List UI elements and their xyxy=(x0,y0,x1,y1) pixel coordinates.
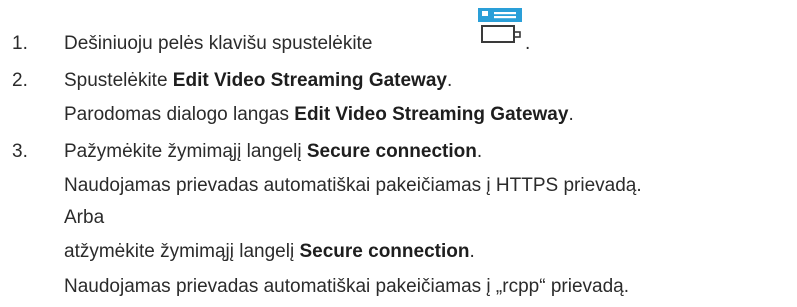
video-streaming-gateway-icon[interactable] xyxy=(476,6,524,46)
step-2-number: 2. xyxy=(12,70,28,91)
step-3-alt-checkbox-name: Secure connection xyxy=(299,241,470,262)
step-3-or: Arba xyxy=(64,207,105,228)
step-3-text: Pažymėkite žymimąjį langelį Secure conne… xyxy=(64,141,482,163)
step-3-checkbox-name: Secure connection xyxy=(306,141,477,162)
step-3-number: 3. xyxy=(12,141,28,162)
step-3-alt-result: Naudojamas prievadas automatiškai pakeič… xyxy=(64,276,629,297)
step-2-prefix: Spustelėkite xyxy=(64,70,173,91)
step-2-result-prefix: Parodomas dialogo langas xyxy=(64,104,295,125)
step-1-number: 1. xyxy=(12,33,28,54)
step-1-instruction: Dešiniuoju pelės klavišu spustelėkite xyxy=(64,33,373,54)
step-2-result-suffix: . xyxy=(568,104,574,125)
step-2-result: Parodomas dialogo langas Edit Video Stre… xyxy=(64,104,574,126)
step-1-text: Dešiniuoju pelės klavišu spustelėkite xyxy=(64,33,372,55)
step-3-alt-prefix: atžymėkite žymimąjį langelį xyxy=(64,241,300,262)
step-3-suffix: . xyxy=(476,141,483,162)
step-3-prefix: Pažymėkite žymimąjį langelį xyxy=(64,141,307,162)
step-3-alt-suffix: . xyxy=(469,241,475,262)
step-3-alt: atžymėkite žymimąjį langelį Secure conne… xyxy=(64,241,475,263)
step-2-result-dialog: Edit Video Streaming Gateway xyxy=(294,104,569,125)
step-1-period: . xyxy=(525,33,531,54)
step-2-command: Edit Video Streaming Gateway xyxy=(172,70,447,91)
step-3-result: Naudojamas prievadas automatiškai pakeič… xyxy=(64,175,642,196)
step-2-suffix: . xyxy=(446,70,453,91)
step-2-text: Spustelėkite Edit Video Streaming Gatewa… xyxy=(64,70,452,92)
